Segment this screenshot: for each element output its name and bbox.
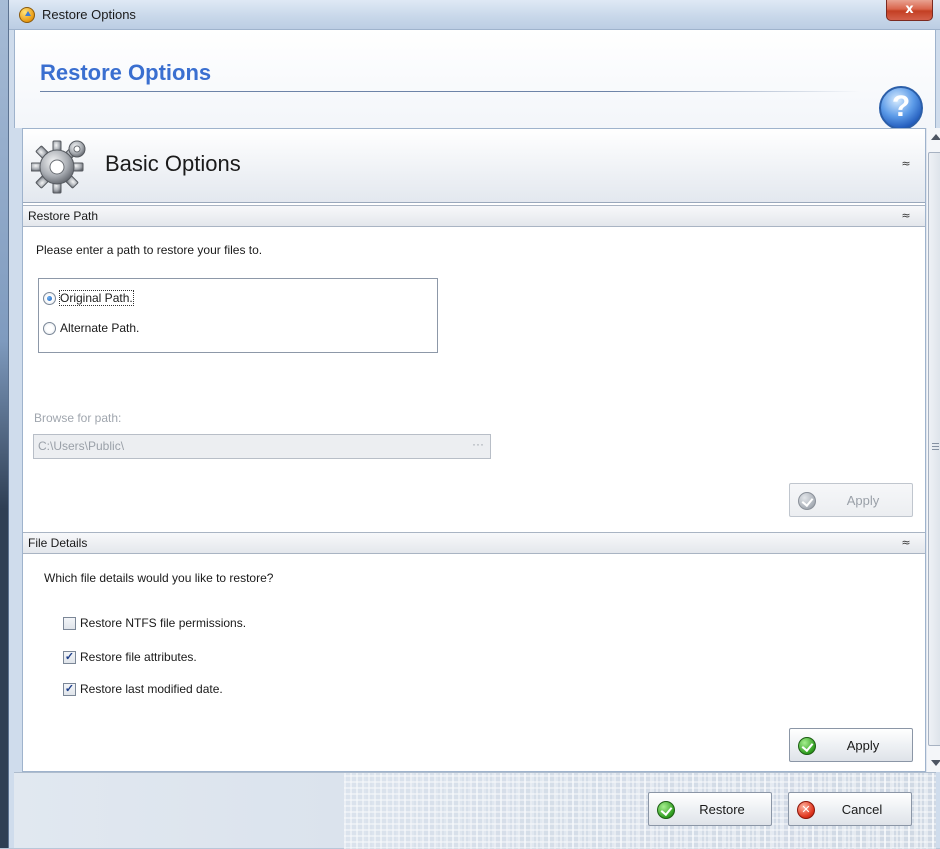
restore-path-section-label: Restore Path	[28, 209, 99, 223]
scroll-grip-icon	[932, 443, 939, 450]
help-icon[interactable]: ?	[879, 86, 923, 130]
restore-path-apply-label: Apply	[846, 492, 880, 508]
basic-options-header[interactable]: Basic Options ≈	[23, 129, 925, 203]
restore-app-icon	[19, 7, 35, 23]
collapse-restore-path-icon[interactable]: ≈	[899, 210, 913, 224]
original-path-label: Original Path.	[59, 290, 134, 306]
original-path-option[interactable]: Original Path.	[43, 290, 134, 306]
basic-options-title: Basic Options	[105, 151, 241, 176]
last-modified-option[interactable]: ✓ Restore last modified date.	[63, 682, 223, 696]
browse-for-path-label: Browse for path:	[34, 411, 122, 425]
restore-path-section-header[interactable]: Restore Path ≈	[23, 205, 925, 227]
cancel-button[interactable]: ✕ Cancel	[788, 792, 912, 826]
last-modified-checkbox[interactable]: ✓	[63, 682, 76, 696]
ntfs-permissions-label: Restore NTFS file permissions.	[80, 616, 247, 630]
collapse-basic-options-icon[interactable]: ≈	[899, 158, 913, 172]
file-details-apply-button[interactable]: Apply	[789, 728, 913, 762]
restore-options-window: Restore Options x Restore Options ? Basi…	[8, 0, 940, 849]
last-modified-label: Restore last modified date.	[80, 682, 223, 696]
restore-path-value: C:\Users\Public\	[38, 439, 125, 453]
options-panel: Basic Options ≈ Restore Path ≈ Please en…	[22, 128, 926, 772]
original-path-radio[interactable]	[43, 291, 56, 305]
ntfs-permissions-option[interactable]: Restore NTFS file permissions.	[63, 616, 246, 630]
file-attributes-label: Restore file attributes.	[80, 650, 197, 664]
file-attributes-checkbox[interactable]: ✓	[63, 650, 76, 664]
collapse-file-details-icon[interactable]: ≈	[899, 537, 913, 551]
title-divider	[40, 91, 860, 92]
alternate-path-label: Alternate Path.	[60, 321, 140, 335]
dialog-header: Restore Options ?	[14, 30, 936, 130]
scroll-thumb[interactable]	[928, 152, 940, 746]
browse-ellipsis-button: ···	[472, 437, 484, 451]
window-title: Restore Options	[42, 7, 136, 22]
scroll-up-arrow-icon[interactable]	[931, 134, 940, 140]
restore-button[interactable]: Restore	[648, 792, 772, 826]
close-button[interactable]: x	[886, 0, 933, 21]
restore-path-apply-button: Apply	[789, 483, 913, 517]
page-title: Restore Options	[40, 60, 212, 85]
scroll-down-arrow-icon[interactable]	[931, 760, 940, 766]
file-details-prompt: Which file details would you like to res…	[44, 571, 274, 585]
file-attributes-option[interactable]: ✓ Restore file attributes.	[63, 650, 197, 664]
ntfs-permissions-checkbox[interactable]	[63, 616, 76, 630]
restore-path-options-group	[38, 278, 438, 353]
cancel-button-label: Cancel	[841, 801, 883, 817]
vertical-scrollbar[interactable]	[926, 128, 940, 772]
file-details-section-label: File Details	[28, 536, 88, 550]
dialog-footer: Restore ✕ Cancel	[14, 772, 936, 849]
file-details-apply-label: Apply	[846, 737, 880, 753]
restore-button-label: Restore	[699, 801, 745, 817]
restore-path-field: C:\Users\Public\ ···	[33, 434, 491, 459]
alternate-path-option[interactable]: Alternate Path.	[43, 321, 139, 335]
restore-path-prompt: Please enter a path to restore your file…	[36, 243, 263, 257]
alternate-path-radio[interactable]	[43, 321, 56, 335]
file-details-section-header[interactable]: File Details ≈	[23, 532, 925, 554]
gear-icon	[31, 140, 86, 194]
title-bar[interactable]: Restore Options x	[9, 0, 940, 30]
